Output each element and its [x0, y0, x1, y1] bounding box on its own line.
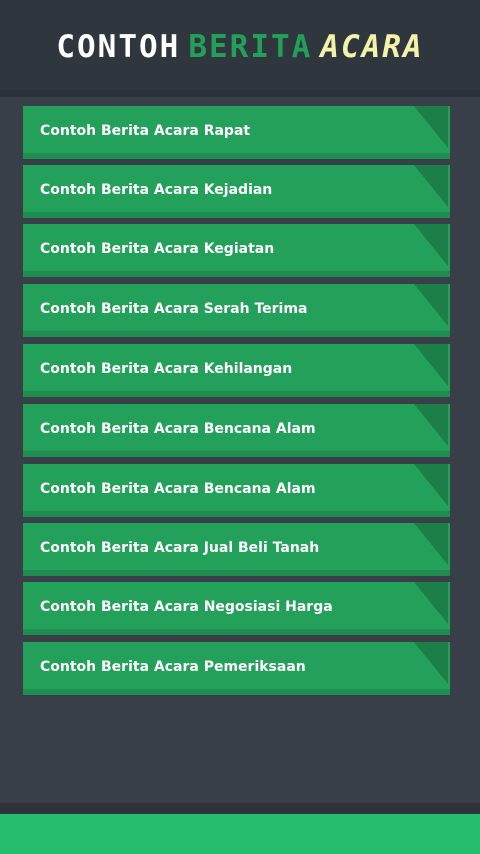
menu-item-label: Contoh Berita Acara Rapat: [40, 123, 251, 139]
menu-item-bencana-alam-2[interactable]: Contoh Berita Acara Bencana Alam: [23, 464, 450, 517]
corner-fold-icon: [414, 642, 448, 684]
menu-item-label: Contoh Berita Acara Jual Beli Tanah: [40, 540, 320, 556]
corner-fold-icon: [414, 344, 448, 386]
corner-fold-icon: [414, 523, 448, 565]
menu-item-bencana-alam[interactable]: Contoh Berita Acara Bencana Alam: [23, 404, 450, 457]
title-word-contoh: CONTOH: [56, 29, 181, 65]
corner-fold-icon: [414, 106, 448, 148]
menu-item-pemeriksaan[interactable]: Contoh Berita Acara Pemeriksaan: [23, 642, 450, 695]
corner-fold-icon: [414, 284, 448, 326]
corner-fold-icon: [414, 165, 448, 207]
title-word-acara: ACARA: [320, 29, 424, 65]
menu-item-label: Contoh Berita Acara Pemeriksaan: [40, 659, 306, 675]
menu-item-label: Contoh Berita Acara Kejadian: [40, 182, 273, 198]
menu-item-label: Contoh Berita Acara Negosiasi Harga: [40, 599, 333, 615]
menu-item-negosiasi-harga[interactable]: Contoh Berita Acara Negosiasi Harga: [23, 582, 450, 635]
menu-item-rapat[interactable]: Contoh Berita Acara Rapat: [23, 106, 450, 159]
header-divider: [0, 90, 480, 97]
footer-divider: [0, 803, 480, 814]
corner-fold-icon: [414, 582, 448, 624]
menu-item-label: Contoh Berita Acara Kehilangan: [40, 361, 293, 377]
menu-item-serah-terima[interactable]: Contoh Berita Acara Serah Terima: [23, 284, 450, 337]
menu-item-label: Contoh Berita Acara Kegiatan: [40, 241, 275, 257]
corner-fold-icon: [414, 224, 448, 266]
title-word-berita: BERITA: [188, 29, 313, 65]
footer-bar: [0, 814, 480, 854]
menu-item-label: Contoh Berita Acara Serah Terima: [40, 301, 308, 317]
menu-item-label: Contoh Berita Acara Bencana Alam: [40, 421, 316, 437]
menu-item-kejadian[interactable]: Contoh Berita Acara Kejadian: [23, 165, 450, 218]
menu-item-label: Contoh Berita Acara Bencana Alam: [40, 481, 316, 497]
app-header: CONTOH BERITA ACARA: [0, 0, 480, 90]
menu-item-jual-beli-tanah[interactable]: Contoh Berita Acara Jual Beli Tanah: [23, 523, 450, 576]
menu-item-kegiatan[interactable]: Contoh Berita Acara Kegiatan: [23, 224, 450, 277]
menu-item-kehilangan[interactable]: Contoh Berita Acara Kehilangan: [23, 344, 450, 397]
app-title: CONTOH BERITA ACARA: [0, 26, 480, 68]
corner-fold-icon: [414, 404, 448, 446]
corner-fold-icon: [414, 464, 448, 506]
